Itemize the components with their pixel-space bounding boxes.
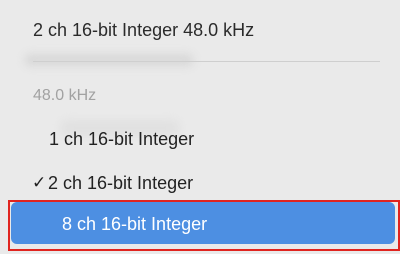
menu-item-1ch-16bit[interactable]: 1 ch 16-bit Integer	[12, 122, 400, 156]
menu-item-label: 2 ch 16-bit Integer	[48, 173, 194, 193]
checkmark-icon: ✓	[32, 173, 47, 192]
menu-item-label: 1 ch 16-bit Integer	[49, 129, 195, 149]
menu-item-8ch-16bit[interactable]: 8 ch 16-bit Integer	[11, 202, 395, 244]
blurred-content	[24, 53, 194, 67]
menu-item-label: 8 ch 16-bit Integer	[62, 214, 208, 234]
sample-rate-section-label: 48.0 kHz	[33, 87, 97, 104]
menu-divider	[33, 61, 380, 62]
current-format-label: 2 ch 16-bit Integer 48.0 kHz	[33, 20, 255, 40]
menu-item-2ch-16bit[interactable]: ✓ 2 ch 16-bit Integer	[12, 166, 400, 200]
format-dropdown-menu: 2 ch 16-bit Integer 48.0 kHz 48.0 kHz 1 …	[0, 0, 400, 254]
